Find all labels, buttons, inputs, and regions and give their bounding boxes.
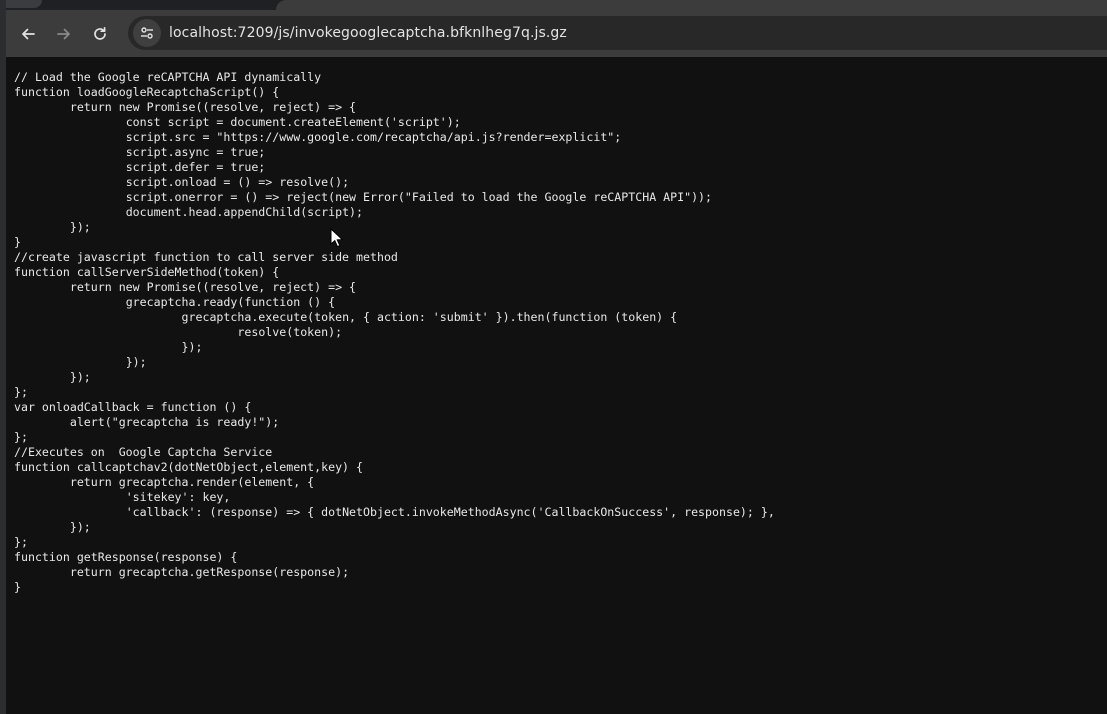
code-line: function loadGoogleRecaptchaScript() { [14, 85, 280, 99]
tune-icon [141, 27, 153, 39]
tab-previous[interactable] [6, 0, 42, 8]
address-bar[interactable]: localhost:7209/js/invokegooglecaptcha.bf… [128, 16, 1107, 50]
url-text[interactable]: localhost:7209/js/invokegooglecaptcha.bf… [169, 25, 567, 41]
code-line: var onloadCallback = function () { [14, 400, 252, 414]
code-line: script.defer = true; [14, 160, 266, 174]
code-line: resolve(token); [14, 325, 343, 339]
arrow-right-icon [57, 28, 70, 39]
code-line: grecaptcha.ready(function () { [14, 295, 336, 309]
code-line: 'callback': (response) => { dotNetObject… [14, 505, 775, 519]
code-line: }; [14, 430, 28, 444]
arrow-left-icon [22, 28, 35, 39]
code-line: return new Promise((resolve, reject) => … [14, 280, 357, 294]
page-content: // Load the Google reCAPTCHA API dynamic… [6, 57, 1107, 714]
code-line: }; [14, 535, 28, 549]
code-line: //create javascript function to call ser… [14, 250, 398, 264]
code-line: }; [14, 385, 28, 399]
back-button[interactable] [10, 16, 46, 52]
code-line: } [14, 235, 21, 249]
code-line: 'sitekey': key, [14, 490, 231, 504]
site-info-button[interactable] [133, 19, 161, 47]
code-line: return grecaptcha.getResponse(response); [14, 565, 350, 579]
code-line: document.head.appendChild(script); [14, 205, 364, 219]
code-line: } [14, 580, 21, 594]
forward-button[interactable] [46, 16, 82, 52]
code-line: //Executes on Google Captcha Service [14, 445, 273, 459]
code-line: function callcaptchav2(dotNetObject,elem… [14, 460, 364, 474]
code-line: const script = document.createElement('s… [14, 115, 461, 129]
code-line: }); [14, 520, 91, 534]
code-line: script.src = "https://www.google.com/rec… [14, 130, 622, 144]
code-line: }); [14, 340, 203, 354]
mouse-cursor [330, 227, 344, 252]
code-line: function callServerSideMethod(token) { [14, 265, 280, 279]
code-line: }); [14, 220, 91, 234]
code-line: alert("grecaptcha is ready!"); [14, 415, 280, 429]
tab-strip [6, 0, 1107, 10]
code-line: script.onerror = () => reject(new Error(… [14, 190, 713, 204]
reload-button[interactable] [82, 16, 118, 52]
source-code: // Load the Google reCAPTCHA API dynamic… [14, 70, 775, 595]
browser-toolbar: localhost:7209/js/invokegooglecaptcha.bf… [6, 10, 1107, 57]
code-line: return grecaptcha.render(element, { [14, 475, 315, 489]
code-line: // Load the Google reCAPTCHA API dynamic… [14, 70, 322, 84]
code-line: }); [14, 355, 147, 369]
tab-active[interactable] [276, 0, 1107, 10]
code-line: script.async = true; [14, 145, 266, 159]
code-line: script.onload = () => resolve(); [14, 175, 350, 189]
reload-icon [94, 26, 106, 40]
code-line: return new Promise((resolve, reject) => … [14, 100, 357, 114]
code-line: }); [14, 370, 91, 384]
pointer-icon [330, 227, 344, 248]
code-line: grecaptcha.execute(token, { action: 'sub… [14, 310, 678, 324]
code-line: function getResponse(response) { [14, 550, 238, 564]
